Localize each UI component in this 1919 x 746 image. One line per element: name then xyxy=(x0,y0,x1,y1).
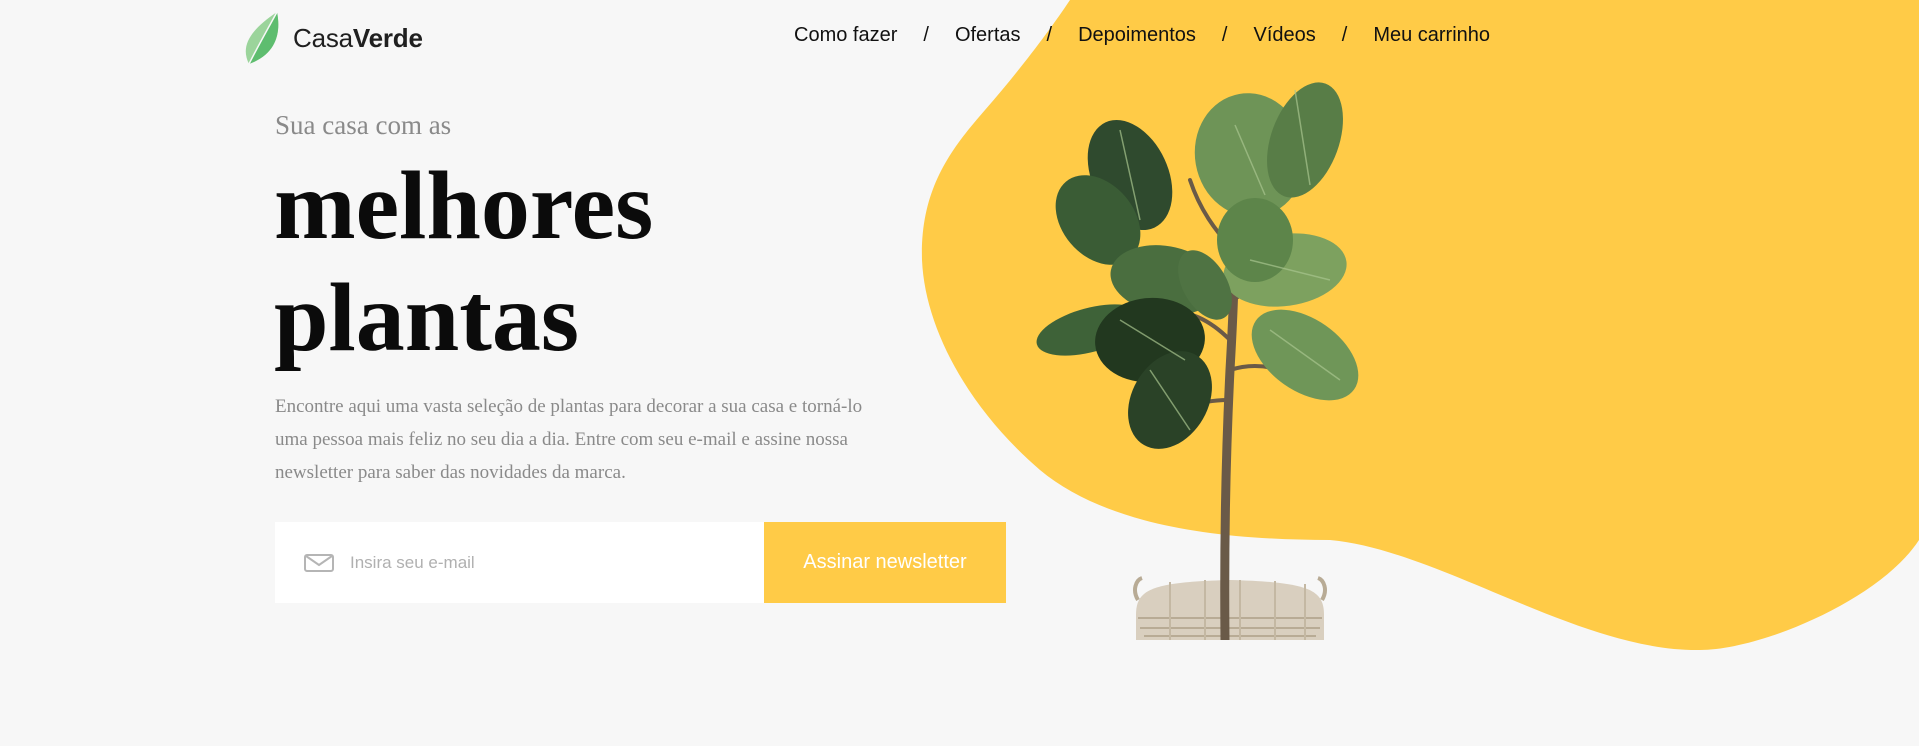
nav-separator: / xyxy=(1046,24,1053,46)
nav-item-videos[interactable]: Vídeos xyxy=(1253,24,1315,47)
email-input[interactable] xyxy=(350,552,750,573)
nav-item-meu-carrinho[interactable]: Meu carrinho xyxy=(1373,24,1490,47)
email-field-wrapper xyxy=(275,522,764,603)
hero-headline: melhores plantas xyxy=(274,150,653,374)
logo-wordmark: CasaVerde xyxy=(293,23,423,54)
leaf-icon xyxy=(245,11,279,65)
nav-separator: / xyxy=(1341,24,1348,46)
logo-wordmark-casa: Casa xyxy=(293,22,353,53)
hero-headline-line-1: melhores xyxy=(274,152,654,260)
nav-item-ofertas[interactable]: Ofertas xyxy=(955,24,1021,47)
basket-icon xyxy=(1133,576,1327,640)
logo-wordmark-verde: Verde xyxy=(352,22,423,53)
newsletter-form: Assinar newsletter xyxy=(275,522,1006,603)
subscribe-newsletter-button[interactable]: Assinar newsletter xyxy=(764,522,1006,603)
hero-headline-line-2: plantas xyxy=(274,264,580,372)
main-nav: Como fazer / Ofertas / Depoimentos / Víd… xyxy=(794,24,1490,47)
nav-separator: / xyxy=(923,24,929,46)
hero-kicker: Sua casa com as xyxy=(275,110,452,140)
casaverde-logo[interactable]: CasaVerde xyxy=(243,10,423,66)
nav-separator: / xyxy=(1221,24,1228,46)
landing-page: CasaVerde Como fazer / Ofertas / Depoime… xyxy=(0,0,1919,746)
nav-item-depoimentos[interactable]: Depoimentos xyxy=(1078,24,1196,47)
nav-item-como-fazer[interactable]: Como fazer xyxy=(794,24,897,47)
hero-description: Encontre aqui uma vasta seleção de plant… xyxy=(275,396,863,483)
mail-icon xyxy=(304,553,334,572)
fiddle-leaf-fig-plant-icon xyxy=(1036,82,1359,640)
